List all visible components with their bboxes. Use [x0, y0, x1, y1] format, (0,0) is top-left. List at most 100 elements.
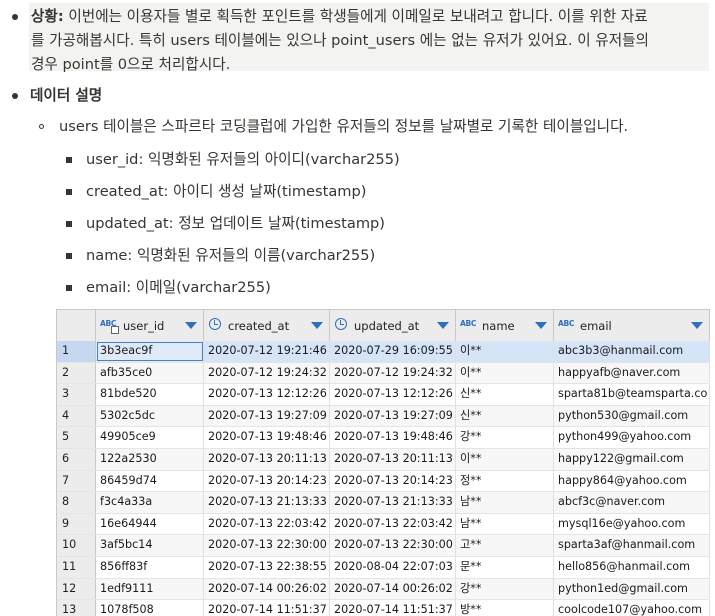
cell-user-id[interactable]: 3af5bc14 — [96, 535, 204, 556]
cell-email[interactable]: coolcode107@yahoo.com — [554, 600, 710, 616]
cell-name[interactable]: 남** — [456, 513, 554, 535]
cell-created-at[interactable]: 2020-07-13 22:38:55 — [204, 557, 330, 578]
cell-created-at[interactable]: 2020-07-13 20:14:23 — [204, 470, 330, 492]
table-row[interactable]: 4 5302c5dc 2020-07-13 19:27:09 2020-07-13 1… — [57, 405, 710, 428]
table-row[interactable]: 5 49905ce9 2020-07-13 19:48:46 2020-07-13 1… — [57, 427, 710, 449]
cell-created-at[interactable]: 2020-07-12 19:24:32 — [204, 362, 330, 384]
column-header-created-at[interactable]: created_at — [204, 310, 330, 341]
cell-updated-at[interactable]: 2020-07-29 16:09:55 — [330, 341, 456, 362]
cell-created-at[interactable]: 2020-07-13 22:30:00 — [204, 535, 330, 556]
row-number-cell[interactable]: 1 — [57, 341, 96, 362]
sort-arrow-icon[interactable] — [535, 322, 547, 329]
cell-created-at[interactable]: 2020-07-14 11:51:37 — [204, 600, 330, 616]
cell-name[interactable]: 강** — [456, 578, 554, 600]
cell-created-at[interactable]: 2020-07-13 22:03:42 — [204, 513, 330, 535]
cell-created-at[interactable]: 2020-07-13 20:11:13 — [204, 449, 330, 470]
cell-email[interactable]: python499@yahoo.com — [554, 427, 710, 448]
cell-created-at[interactable]: 2020-07-13 19:48:46 — [204, 427, 330, 448]
cell-updated-at[interactable]: 2020-07-12 19:24:32 — [330, 362, 456, 384]
cell-user-id[interactable]: 16e64944 — [96, 513, 204, 535]
row-number-cell[interactable]: 7 — [57, 470, 96, 492]
cell-updated-at[interactable]: 2020-07-13 20:11:13 — [330, 449, 456, 470]
cell-user-id[interactable]: afb35ce0 — [96, 362, 204, 384]
row-number-cell[interactable]: 8 — [57, 492, 96, 513]
cell-user-id[interactable]: 1edf9111 — [96, 578, 204, 600]
row-number-cell[interactable]: 12 — [57, 578, 96, 600]
cell-name[interactable]: 정** — [456, 470, 554, 492]
users-data-grid[interactable]: ABC user_id created_at updated_at ABC na… — [56, 309, 710, 616]
sort-arrow-icon[interactable] — [311, 322, 323, 329]
cell-created-at[interactable]: 2020-07-13 19:27:09 — [204, 405, 330, 427]
table-row[interactable]: 6 122a2530 2020-07-13 20:11:13 2020-07-13 2… — [57, 449, 710, 471]
cell-updated-at[interactable]: 2020-07-14 00:26:02 — [330, 578, 456, 600]
cell-created-at[interactable]: 2020-07-12 19:21:46 — [204, 341, 330, 362]
cell-user-id[interactable]: 856ff83f — [96, 557, 204, 578]
cell-name[interactable]: 신** — [456, 384, 554, 405]
column-header-updated-at[interactable]: updated_at — [330, 310, 456, 341]
cell-name[interactable]: 이** — [456, 449, 554, 470]
cell-name[interactable]: 이** — [456, 341, 554, 362]
table-row[interactable]: 13 1078f508 2020-07-14 11:51:37 2020-07-14 … — [57, 600, 710, 616]
column-header-user-id[interactable]: ABC user_id — [96, 310, 204, 341]
cell-email[interactable]: python1ed@gmail.com — [554, 578, 710, 600]
cell-created-at[interactable]: 2020-07-13 12:12:26 — [204, 384, 330, 405]
sort-arrow-icon[interactable] — [437, 322, 449, 329]
cell-user-id[interactable]: f3c4a33a — [96, 492, 204, 513]
cell-user-id[interactable]: 1078f508 — [96, 600, 204, 616]
cell-email[interactable]: sparta3af@hanmail.com — [554, 535, 710, 556]
cell-updated-at[interactable]: 2020-07-13 22:03:42 — [330, 513, 456, 535]
table-row[interactable]: 1 3b3eac9f 2020-07-12 19:21:46 2020-07-29 1… — [57, 341, 710, 363]
cell-name[interactable]: 고** — [456, 535, 554, 556]
row-number-header[interactable] — [57, 310, 96, 341]
table-row[interactable]: 7 86459d74 2020-07-13 20:14:23 2020-07-13 2… — [57, 470, 710, 493]
cell-name[interactable]: 남** — [456, 492, 554, 513]
cell-user-id[interactable]: 81bde520 — [96, 384, 204, 405]
cell-updated-at[interactable]: 2020-07-13 19:27:09 — [330, 405, 456, 427]
row-number-cell[interactable]: 4 — [57, 405, 96, 427]
cell-updated-at[interactable]: 2020-07-13 20:14:23 — [330, 470, 456, 492]
cell-created-at[interactable]: 2020-07-14 00:26:02 — [204, 578, 330, 600]
row-number-cell[interactable]: 6 — [57, 449, 96, 470]
table-row[interactable]: 10 3af5bc14 2020-07-13 22:30:00 2020-07-13 … — [57, 535, 710, 557]
cell-updated-at[interactable]: 2020-07-13 21:13:33 — [330, 492, 456, 513]
cell-email[interactable]: abcf3c@naver.com — [554, 492, 710, 513]
column-header-name[interactable]: ABC name — [456, 310, 554, 341]
cell-email[interactable]: mysql16e@yahoo.com — [554, 513, 710, 535]
row-number-cell[interactable]: 5 — [57, 427, 96, 448]
row-number-cell[interactable]: 3 — [57, 384, 96, 405]
row-number-cell[interactable]: 11 — [57, 557, 96, 578]
column-header-email[interactable]: ABC email — [554, 310, 710, 341]
sort-arrow-icon[interactable] — [691, 322, 703, 329]
table-row[interactable]: 3 81bde520 2020-07-13 12:12:26 2020-07-13 1… — [57, 384, 710, 406]
cell-user-id[interactable]: 3b3eac9f — [96, 341, 204, 362]
row-number-cell[interactable]: 2 — [57, 362, 96, 384]
cell-email[interactable]: abc3b3@hanmail.com — [554, 341, 710, 362]
cell-user-id[interactable]: 49905ce9 — [96, 427, 204, 448]
cell-name[interactable]: 신** — [456, 405, 554, 427]
sort-arrow-icon[interactable] — [185, 322, 197, 329]
cell-user-id[interactable]: 5302c5dc — [96, 405, 204, 427]
table-row[interactable]: 9 16e64944 2020-07-13 22:03:42 2020-07-13 2… — [57, 513, 710, 536]
cell-name[interactable]: 이** — [456, 362, 554, 384]
cell-updated-at[interactable]: 2020-07-13 22:30:00 — [330, 535, 456, 556]
cell-email[interactable]: hello856@hanmail.com — [554, 557, 710, 578]
table-row[interactable]: 11 856ff83f 2020-07-13 22:38:55 2020-08-04 … — [57, 557, 710, 579]
table-row[interactable]: 12 1edf9111 2020-07-14 00:26:02 2020-07-14 … — [57, 578, 710, 601]
row-number-cell[interactable]: 9 — [57, 513, 96, 535]
cell-updated-at[interactable]: 2020-07-13 19:48:46 — [330, 427, 456, 448]
table-row[interactable]: 8 f3c4a33a 2020-07-13 21:13:33 2020-07-13 2… — [57, 492, 710, 514]
cell-email[interactable]: happy864@yahoo.com — [554, 470, 710, 492]
cell-email[interactable]: happy122@gmail.com — [554, 449, 710, 470]
row-number-cell[interactable]: 10 — [57, 535, 96, 556]
cell-updated-at[interactable]: 2020-07-13 12:12:26 — [330, 384, 456, 405]
cell-created-at[interactable]: 2020-07-13 21:13:33 — [204, 492, 330, 513]
cell-email[interactable]: sparta81b@teamsparta.co — [554, 384, 710, 405]
cell-user-id[interactable]: 122a2530 — [96, 449, 204, 470]
cell-name[interactable]: 방** — [456, 600, 554, 616]
cell-email[interactable]: python530@gmail.com — [554, 405, 710, 427]
cell-updated-at[interactable]: 2020-08-04 22:07:03 — [330, 557, 456, 578]
cell-user-id[interactable]: 86459d74 — [96, 470, 204, 492]
row-number-cell[interactable]: 13 — [57, 600, 96, 616]
cell-updated-at[interactable]: 2020-07-14 11:51:37 — [330, 600, 456, 616]
cell-email[interactable]: happyafb@naver.com — [554, 362, 710, 384]
